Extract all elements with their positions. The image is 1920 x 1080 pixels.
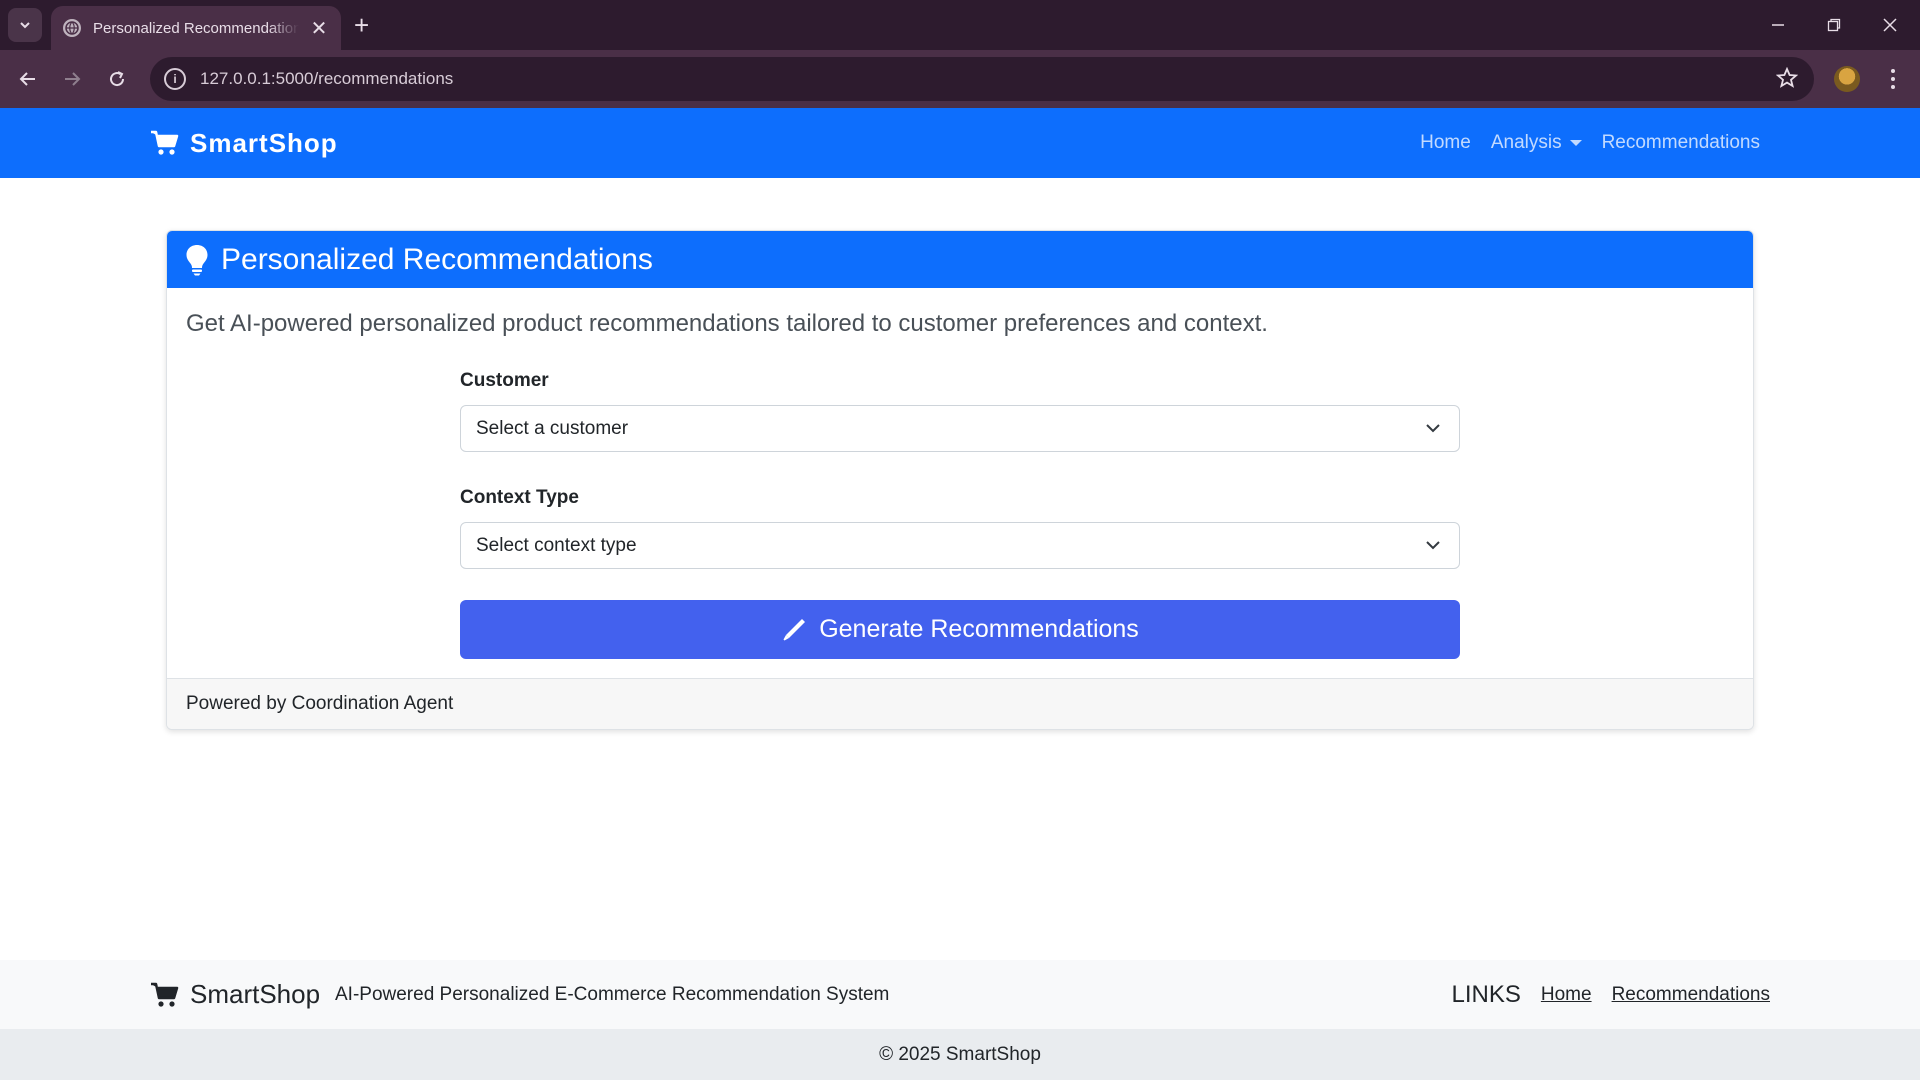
globe-icon [63, 19, 81, 37]
forward-button[interactable] [56, 63, 88, 95]
context-type-select[interactable]: Select context type [460, 522, 1460, 569]
navbar-brand[interactable]: SmartShop [150, 108, 338, 178]
minimize-button[interactable] [1750, 0, 1806, 50]
footer-brand-name: SmartShop [190, 979, 321, 1009]
profile-avatar[interactable] [1834, 66, 1860, 92]
arrow-right-icon [65, 72, 81, 86]
restore-icon [1827, 18, 1841, 32]
minimize-icon [1772, 24, 1784, 26]
browser-toolbar: i 127.0.0.1:5000/recommendations [0, 50, 1920, 108]
brand-name: SmartShop [190, 127, 338, 158]
arrow-left-icon [19, 72, 35, 86]
footer-tagline: AI-Powered Personalized E-Commerce Recom… [335, 983, 890, 1005]
recommendations-card: Personalized Recommendations Get AI-powe… [166, 230, 1754, 730]
site-info-icon[interactable]: i [164, 68, 186, 90]
chevron-down-icon [1426, 424, 1440, 433]
new-tab-button[interactable]: + [354, 12, 369, 38]
customer-label: Customer [460, 370, 549, 391]
tab-title: Personalized Recommendations [93, 19, 299, 37]
footer-link-recommendations[interactable]: Recommendations [1612, 984, 1770, 1006]
tab-search-button[interactable] [8, 8, 42, 42]
copyright-bar: © 2025 SmartShop [0, 1029, 1920, 1080]
generate-recommendations-button[interactable]: Generate Recommendations [460, 600, 1460, 659]
caret-down-icon [1569, 140, 1582, 146]
browser-menu-icon[interactable] [1886, 66, 1900, 92]
context-type-select-value: Select context type [476, 534, 637, 556]
card-title: Personalized Recommendations [221, 242, 653, 276]
restore-button[interactable] [1806, 0, 1862, 50]
navbar-links: Home Analysis Recommendations [1420, 108, 1760, 178]
generate-button-label: Generate Recommendations [819, 615, 1139, 643]
copyright-text: © 2025 SmartShop [879, 1043, 1041, 1065]
footer-link-home[interactable]: Home [1541, 984, 1592, 1006]
card-footer-text: Powered by Coordination Agent [186, 693, 454, 714]
url-text: 127.0.0.1:5000/recommendations [200, 69, 454, 88]
card-body: Get AI-powered personalized product reco… [167, 288, 1753, 680]
address-bar[interactable]: i 127.0.0.1:5000/recommendations [150, 57, 1814, 101]
card-description: Get AI-powered personalized product reco… [186, 310, 1268, 337]
footer-links: LINKS Home Recommendations [1452, 960, 1770, 1029]
card-footer: Powered by Coordination Agent [167, 678, 1753, 729]
customer-select[interactable]: Select a customer [460, 405, 1460, 452]
cart-icon [151, 982, 179, 1007]
customer-select-value: Select a customer [476, 417, 629, 439]
nav-home[interactable]: Home [1420, 132, 1471, 154]
nav-analysis-label: Analysis [1490, 132, 1562, 153]
close-window-button[interactable] [1862, 0, 1918, 50]
magic-wand-icon [783, 618, 806, 640]
bookmark-star-icon[interactable] [1775, 66, 1799, 94]
close-icon [1883, 18, 1897, 32]
nav-analysis-dropdown[interactable]: Analysis [1491, 132, 1582, 154]
back-button[interactable] [12, 63, 44, 95]
cart-icon [151, 130, 179, 155]
card-header: Personalized Recommendations [167, 231, 1753, 288]
footer-brand: SmartShop [150, 960, 320, 1029]
tab-close-icon[interactable]: ✕ [309, 16, 329, 41]
nav-recommendations[interactable]: Recommendations [1602, 132, 1760, 154]
app-navbar: SmartShop Home Analysis Recommendations [0, 108, 1920, 178]
chevron-down-icon [1426, 541, 1440, 550]
browser-tab-bar: Personalized Recommendations ✕ + [0, 0, 1920, 50]
lightbulb-icon [186, 244, 208, 275]
chevron-down-icon [20, 22, 30, 29]
footer-links-heading: LINKS [1451, 980, 1521, 1008]
context-type-label: Context Type [460, 487, 579, 508]
reload-button[interactable] [101, 63, 133, 95]
browser-tab[interactable]: Personalized Recommendations ✕ [51, 6, 341, 50]
page-footer: SmartShop AI-Powered Personalized E-Comm… [0, 960, 1920, 1029]
reload-icon [110, 71, 125, 87]
